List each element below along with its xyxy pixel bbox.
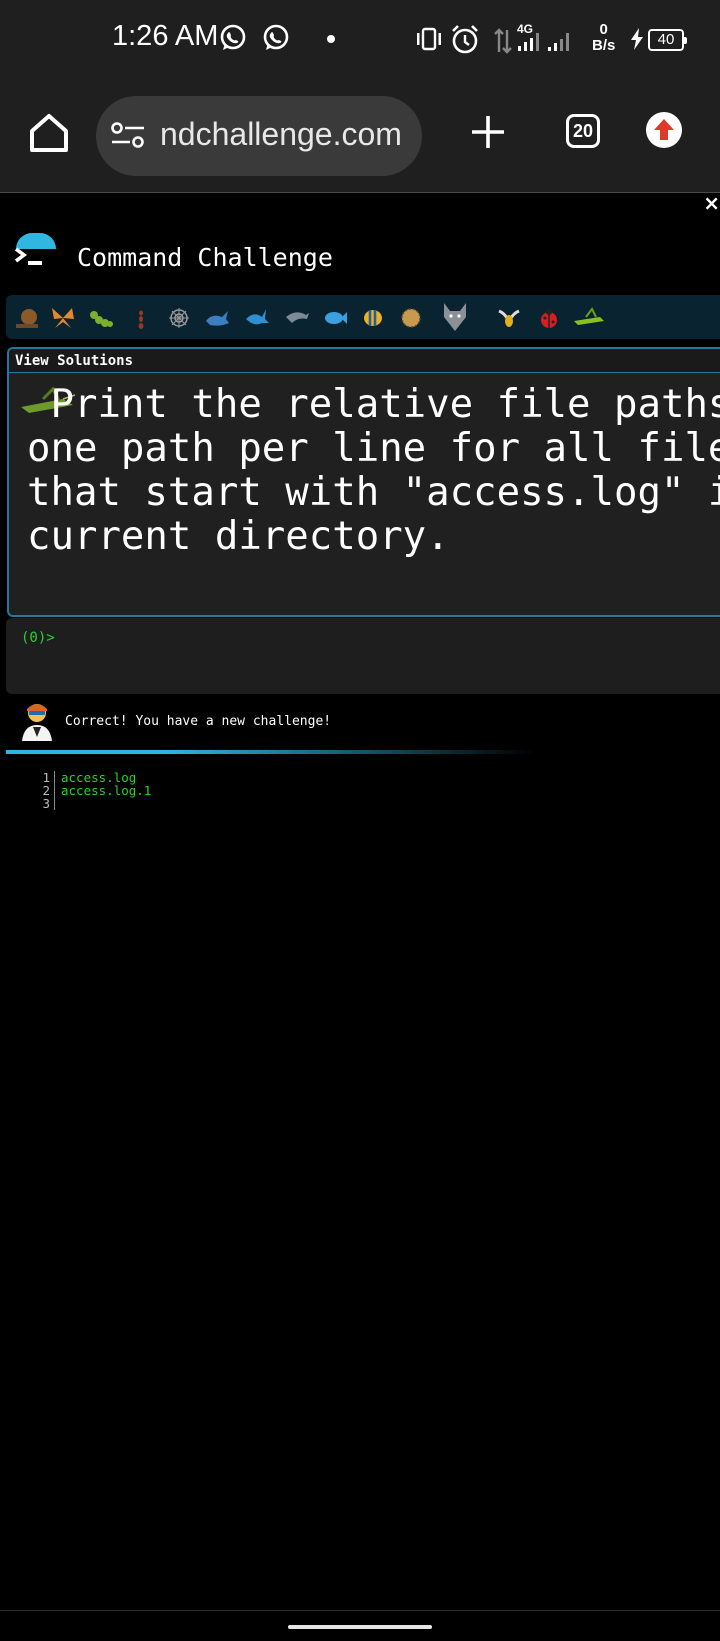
battery-indicator: 40 xyxy=(648,29,687,51)
challenge-text: Print the relative file paths, one path … xyxy=(27,382,720,559)
alarm-icon xyxy=(452,25,478,54)
whatsapp-icon xyxy=(263,24,289,50)
mascot-icon xyxy=(22,704,52,741)
command-input[interactable]: (0)> xyxy=(6,618,720,694)
output-line: 3 xyxy=(36,797,151,810)
notification-dot xyxy=(327,35,335,43)
challenge-panel: View Solutions Print the relative file p… xyxy=(7,347,720,617)
update-button[interactable] xyxy=(646,112,682,148)
output-line: 2 access.log.1 xyxy=(36,784,151,797)
arrow-up-icon xyxy=(654,119,674,140)
ladybug-icon[interactable] xyxy=(536,305,562,331)
close-icon[interactable]: × xyxy=(703,193,720,215)
data-arrows-icon xyxy=(494,28,512,54)
caterpillar-icon[interactable] xyxy=(88,305,114,331)
clock: 1:26 AM xyxy=(112,20,219,52)
network-speed: 0 B/s xyxy=(592,21,616,54)
browser-toolbar: ndchallenge.com 20 xyxy=(0,82,720,193)
charging-icon xyxy=(631,28,643,50)
progress-bar xyxy=(6,750,536,754)
output-text: access.log.1 xyxy=(61,783,152,798)
vibrate-icon xyxy=(417,27,441,51)
home-gesture-handle[interactable] xyxy=(288,1625,432,1629)
site-title: Command Challenge xyxy=(77,243,333,272)
snail-icon[interactable] xyxy=(14,305,40,331)
shark-icon[interactable] xyxy=(244,305,270,331)
command-output: 1 access.log 2 access.log.1 3 xyxy=(36,771,151,810)
url-text[interactable]: ndchallenge.com xyxy=(160,116,402,153)
terminal-prompt-icon xyxy=(14,247,42,265)
site-settings-icon[interactable] xyxy=(110,120,146,152)
address-bar[interactable]: ndchallenge.com xyxy=(96,96,422,176)
line-number: 3 xyxy=(36,797,55,810)
pufferfish-icon[interactable] xyxy=(398,305,424,331)
new-tab-icon[interactable] xyxy=(468,112,508,152)
navigation-bar xyxy=(0,1610,720,1641)
fish-icon[interactable] xyxy=(322,305,348,331)
ant-icon[interactable] xyxy=(128,305,154,331)
challenge-progress-icons xyxy=(6,295,720,339)
whale-icon[interactable] xyxy=(204,305,230,331)
web-page: × Command Challenge View Solutions Print… xyxy=(0,193,720,1610)
spider-icon[interactable] xyxy=(166,305,192,331)
bee-icon[interactable] xyxy=(496,305,522,331)
home-icon[interactable] xyxy=(26,110,72,156)
dolphin-icon[interactable] xyxy=(284,305,310,331)
butterfly-icon[interactable] xyxy=(50,305,76,331)
signal-icon xyxy=(518,33,569,51)
wolf-icon[interactable] xyxy=(440,301,470,333)
shell-prompt: (0)> xyxy=(21,630,55,646)
status-message: Correct! You have a new challenge! xyxy=(65,714,332,729)
view-solutions-link[interactable]: View Solutions xyxy=(9,349,720,373)
whatsapp-icon xyxy=(220,24,246,50)
tab-switcher-button[interactable]: 20 xyxy=(566,114,600,148)
status-bar: 1:26 AM 4G 0 B/s 40 xyxy=(0,0,720,82)
tropical-fish-icon[interactable] xyxy=(360,305,386,331)
grasshopper-icon[interactable] xyxy=(572,305,606,331)
